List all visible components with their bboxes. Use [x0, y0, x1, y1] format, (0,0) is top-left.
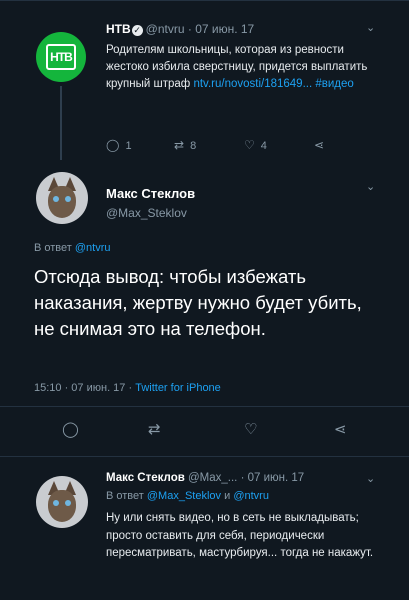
tweet-header: Макс Стеклов @Max_... · 07 июн. 17: [106, 472, 304, 484]
divider: [0, 456, 409, 457]
like-button[interactable]: ♡: [244, 420, 257, 438]
tweet-actions: ◯ 1 ⇄ 8 ♡ 4 ⋖: [106, 138, 346, 154]
avatar-eye: [65, 500, 71, 506]
hashtag-link[interactable]: #видео: [315, 78, 353, 90]
reply-prefix: В ответ: [34, 242, 72, 254]
reply-context: В ответ @ntvru: [34, 242, 111, 254]
tweet-date[interactable]: · 07 июн. 17: [241, 472, 305, 484]
retweet-icon: ⇄: [174, 138, 185, 152]
reply-to-link[interactable]: @ntvru: [233, 490, 269, 502]
tweet-actions: ◯ ⇄ ♡ ⋖: [0, 420, 409, 444]
heart-icon: ♡: [244, 138, 255, 152]
reply-to-link[interactable]: @Max_Steklov: [147, 490, 221, 502]
chevron-down-icon[interactable]: ⌄: [366, 21, 375, 34]
ntv-logo-text: НТВ: [50, 50, 73, 64]
avatar-eye: [65, 196, 71, 202]
reply-conjunction: и: [224, 490, 231, 502]
like-count: 4: [260, 140, 267, 152]
like-button[interactable]: ♡ 4: [244, 138, 267, 152]
chevron-down-icon[interactable]: ⌄: [366, 472, 375, 485]
tweet-header: НТВ ✓ @ntvru · 07 июн. 17: [106, 22, 254, 36]
reply-count: 1: [125, 140, 132, 152]
retweet-button[interactable]: ⇄: [148, 420, 161, 438]
share-button[interactable]: ⋖: [314, 138, 330, 152]
top-divider: [0, 0, 409, 1]
avatar-eye: [53, 500, 59, 506]
heart-icon: ♡: [244, 421, 258, 438]
share-button[interactable]: ⋖: [334, 420, 347, 438]
author-name[interactable]: НТВ: [106, 22, 131, 36]
tweet-ntv[interactable]: НТВ НТВ ✓ @ntvru · 07 июн. 17 ⌄ Родителям …: [0, 8, 409, 160]
avatar[interactable]: [36, 172, 88, 224]
author-handle[interactable]: @ntvru: [146, 22, 185, 36]
divider: [0, 406, 409, 407]
avatar-eye: [53, 196, 59, 202]
tweet-timestamp[interactable]: 15:10 · 07 июн. 17 ·: [34, 382, 132, 394]
tweet-text: Ну или снять видео, но в сеть не выклады…: [106, 512, 374, 559]
tweet-text: Отсюда вывод: чтобы избежать наказания, …: [34, 266, 362, 339]
author-handle[interactable]: @Max_...: [188, 472, 237, 484]
reply-button[interactable]: ◯ 1: [106, 138, 132, 152]
reply-icon: ◯: [62, 421, 79, 438]
reply-prefix: В ответ: [106, 490, 144, 502]
avatar-face: [48, 186, 76, 218]
retweet-count: 8: [190, 140, 197, 152]
ntv-avatar[interactable]: НТВ: [36, 32, 86, 82]
tweet-meta: 15:10 · 07 июн. 17 · Twitter for iPhone: [34, 382, 221, 394]
tweet-link[interactable]: ntv.ru/novosti/181649...: [193, 78, 312, 90]
share-icon: ⋖: [334, 421, 347, 438]
chevron-down-icon[interactable]: ⌄: [366, 180, 375, 193]
retweet-icon: ⇄: [148, 421, 161, 438]
share-icon: ⋖: [314, 138, 325, 152]
thread-line: [60, 86, 62, 160]
avatar-face: [48, 490, 76, 522]
reply-button[interactable]: ◯: [62, 420, 79, 438]
client-link[interactable]: Twitter for iPhone: [135, 382, 221, 394]
ntv-logo: НТВ: [46, 44, 76, 70]
verified-badge-icon: ✓: [131, 25, 143, 36]
reply-to-link[interactable]: @ntvru: [75, 242, 111, 254]
reply-context: В ответ @Max_Steklov и @ntvru: [106, 490, 269, 502]
tweet-date[interactable]: · 07 июн. 17: [188, 22, 254, 36]
author-name[interactable]: Макс Стеклов: [106, 186, 195, 201]
retweet-button[interactable]: ⇄ 8: [174, 138, 196, 152]
author-name[interactable]: Макс Стеклов: [106, 472, 185, 484]
avatar[interactable]: [36, 476, 88, 528]
author-handle[interactable]: @Max_Steklov: [106, 206, 187, 220]
tweet-body: Родителям школьницы, которая из ревности…: [106, 42, 376, 93]
reply-icon: ◯: [106, 138, 120, 152]
